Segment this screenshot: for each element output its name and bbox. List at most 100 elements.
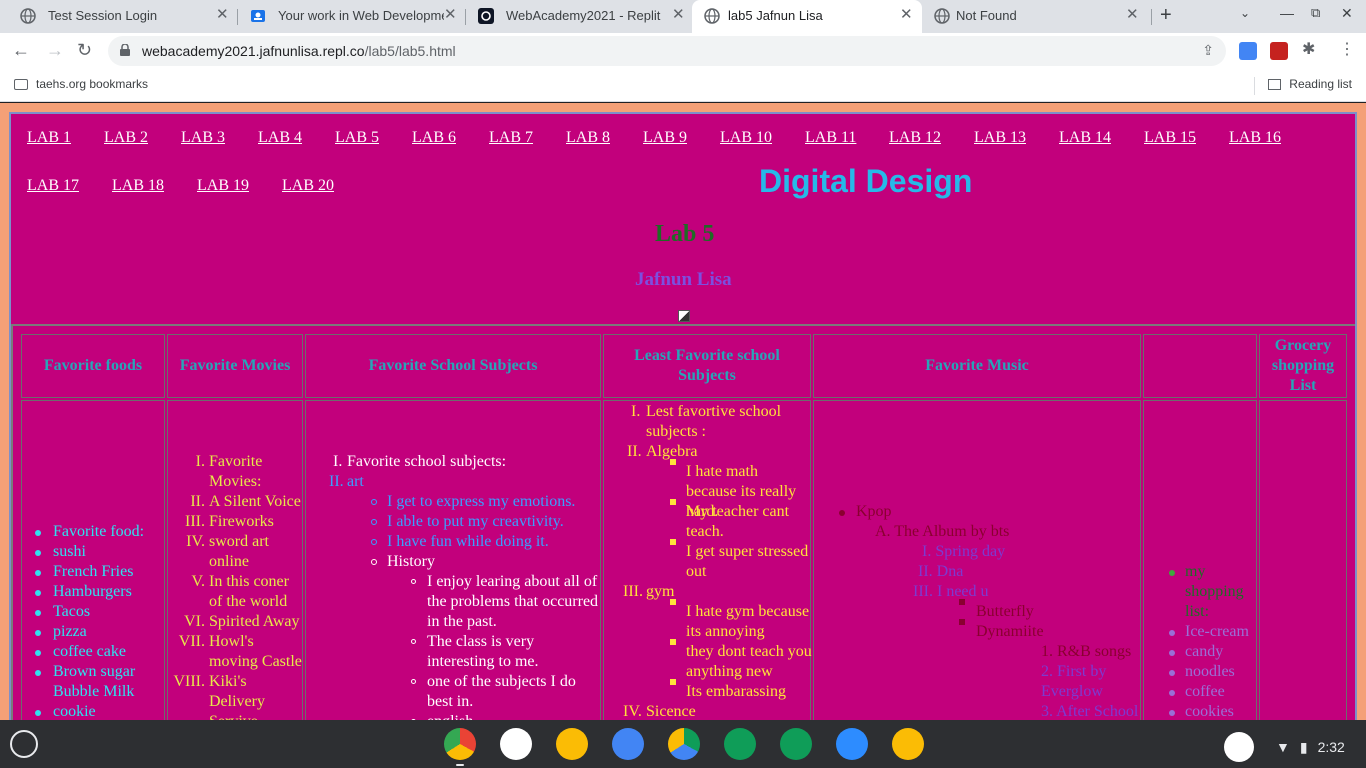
tab-lab5-active[interactable]: lab5 Jafnun Lisa ✕ [692,0,922,33]
nav-lab-4[interactable]: LAB 4 [258,129,302,147]
list-item: 3. After School [1041,703,1139,720]
app-icon[interactable] [724,728,756,760]
reading-list-label: Reading list [1289,77,1352,91]
wifi-icon: ▼ [1276,739,1290,755]
lock-icon [120,44,130,56]
reading-list-icon [1268,78,1282,90]
nav-lab-12[interactable]: LAB 12 [889,129,941,147]
reload-icon[interactable]: ↻ [77,40,92,60]
tab-not-found[interactable]: Not Found ✕ [922,0,1150,33]
nav-lab-18[interactable]: LAB 18 [112,177,164,195]
nav-lab-15[interactable]: LAB 15 [1144,129,1196,147]
list-numeral: I. [195,453,205,470]
header-favorite-school-subjects: Favorite School Subjects [305,334,601,398]
bullet [371,559,377,565]
bullet [670,459,676,465]
close-icon[interactable]: ✕ [672,7,685,23]
list-numeral: VIII. [173,673,205,690]
extensions-puzzle-icon[interactable]: ✱ [1302,40,1315,60]
header-grocery-list: Grocery shopping List [1259,334,1347,398]
bullet [1169,690,1175,696]
reading-list-button[interactable]: Reading list [1268,77,1352,91]
list-item: Tacos [53,603,91,620]
list-item: Fireworks [209,513,274,530]
clock-time: 2:32 [1317,739,1345,755]
author-name: Jafnun Lisa [635,269,732,290]
page-content: LAB 1 LAB 2 LAB 3 LAB 4 LAB 5 LAB 6 LAB … [9,112,1357,720]
tab-search-chevron-icon[interactable]: ⌄ [1240,6,1250,20]
share-icon[interactable]: ⇪ [1202,42,1214,59]
tab-separator [1151,9,1152,25]
tab-test-session-login[interactable]: Test Session Login ✕ [8,0,236,33]
header-least-favorite-subjects: Least Favorite school Subjects [603,334,811,398]
slides-app-icon[interactable] [556,728,588,760]
new-tab-plus-icon[interactable]: + [1160,5,1172,25]
tab-replit[interactable]: WebAcademy2021 - Replit ✕ [466,0,692,33]
nav-lab-17[interactable]: LAB 17 [27,177,79,195]
list-item: coffee cake [53,643,126,660]
keep-app-icon[interactable] [892,728,924,760]
close-icon[interactable]: ✕ [216,7,229,23]
restore-icon[interactable]: ⧉ [1311,5,1320,21]
list-item: French Fries [53,563,134,580]
nav-lab-5[interactable]: LAB 5 [335,129,379,147]
list-item: I get to express my emotions. [387,493,576,510]
nav-lab-3[interactable]: LAB 3 [181,129,225,147]
list-item: History [387,553,435,570]
list-item: In this coner of the world [209,573,289,610]
list-item: Dynamiite [976,623,1044,640]
list-numeral: II. [627,443,642,460]
nav-lab-10[interactable]: LAB 10 [720,129,772,147]
nav-lab-8[interactable]: LAB 8 [566,129,610,147]
close-icon[interactable]: ✕ [900,7,913,23]
list-numeral: I. [631,403,641,420]
bullet [35,630,41,636]
tab-web-development[interactable]: Your work in Web Developmen ✕ [238,0,464,33]
sheets-app-icon[interactable] [780,728,812,760]
bookmark-folder[interactable]: taehs.org bookmarks [14,77,148,91]
status-area[interactable]: ▼ ▮ 2:32 [1224,732,1345,762]
close-icon[interactable]: ✕ [1126,7,1139,23]
google-translate-icon[interactable] [1239,42,1257,60]
nav-lab-7[interactable]: LAB 7 [489,129,533,147]
minimize-icon[interactable]: — [1280,5,1294,21]
nav-lab-11[interactable]: LAB 11 [805,129,856,147]
replit-icon [478,8,494,24]
bullet [35,530,41,536]
nav-lab-14[interactable]: LAB 14 [1059,129,1111,147]
nav-lab-1[interactable]: LAB 1 [27,129,71,147]
list-item: Favorite school subjects: [347,453,507,470]
active-app-indicator [456,764,464,766]
bullet [1169,650,1175,656]
nav-lab-13[interactable]: LAB 13 [974,129,1026,147]
list-item: I get super stressed out [686,543,809,580]
list-item: Kiki's Delivery Servive [209,673,265,720]
forward-arrow-icon[interactable]: → [46,40,64,60]
nav-lab-2[interactable]: LAB 2 [104,129,148,147]
nav-lab-6[interactable]: LAB 6 [412,129,456,147]
avatar[interactable] [1224,732,1254,762]
list-item: my shopping list: [1185,563,1244,620]
address-bar[interactable]: webacademy2021.jafnunlisa.repl.co/lab5/l… [108,36,1226,66]
bullet [35,650,41,656]
list-item: My teacher cant teach. [686,503,790,540]
header-empty [1143,334,1257,398]
nav-lab-19[interactable]: LAB 19 [197,177,249,195]
launcher-button[interactable] [10,730,38,758]
zoom-app-icon[interactable] [836,728,868,760]
close-icon[interactable]: ✕ [444,7,457,23]
nav-lab-16[interactable]: LAB 16 [1229,129,1281,147]
drive-app-icon[interactable] [668,728,700,760]
nav-lab-20[interactable]: LAB 20 [282,177,334,195]
nav-lab-9[interactable]: LAB 9 [643,129,687,147]
app-icon[interactable] [500,728,532,760]
classroom-icon [251,10,265,22]
globe-icon [20,8,36,24]
docs-app-icon[interactable] [612,728,644,760]
chrome-app-icon[interactable] [444,728,476,760]
window-close-icon[interactable]: ✕ [1341,5,1353,22]
lab-title: Lab 5 [655,221,715,247]
back-arrow-icon[interactable]: ← [12,40,30,60]
bookmark-extension-icon[interactable] [1270,42,1288,60]
menu-kebab-icon[interactable]: ⋮ [1339,40,1355,60]
